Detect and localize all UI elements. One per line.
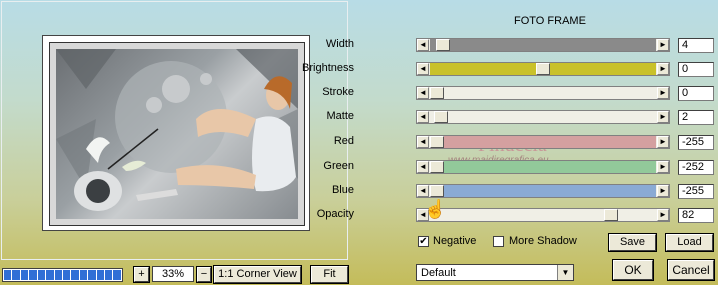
- progress-segment: [4, 270, 12, 280]
- slider-track[interactable]: [430, 136, 656, 148]
- progress-segment: [46, 270, 54, 280]
- progress-segment: [113, 270, 121, 280]
- corner-view-button[interactable]: 1:1 Corner View: [213, 265, 302, 284]
- slider-thumb[interactable]: [536, 63, 550, 75]
- slider-track[interactable]: [430, 185, 656, 197]
- slider-track[interactable]: [430, 161, 656, 173]
- slider-stroke[interactable]: ◄ ►: [416, 86, 670, 100]
- slider-label-blue: Blue: [331, 184, 354, 196]
- more-shadow-checkbox[interactable]: [493, 236, 504, 247]
- slider-label-stroke: Stroke: [322, 86, 354, 98]
- dialog-title: FOTO FRAME: [514, 15, 586, 27]
- progress-segment: [96, 270, 105, 280]
- chevron-down-icon[interactable]: ▼: [557, 265, 573, 280]
- slider-width[interactable]: ◄ ►: [416, 38, 670, 52]
- arrow-left-icon[interactable]: ◄: [417, 185, 429, 197]
- arrow-right-icon[interactable]: ►: [657, 209, 669, 221]
- fit-button[interactable]: Fit: [310, 265, 349, 284]
- slider-label-brightness: Brightness: [302, 62, 354, 74]
- progress-bar: [2, 268, 123, 282]
- arrow-right-icon[interactable]: ►: [657, 136, 669, 148]
- arrow-right-icon[interactable]: ►: [657, 185, 669, 197]
- progress-segment: [29, 270, 37, 280]
- value-field-matte[interactable]: 2: [678, 110, 714, 125]
- arrow-right-icon[interactable]: ►: [657, 161, 669, 173]
- arrow-left-icon[interactable]: ◄: [417, 111, 429, 123]
- slider-track[interactable]: [430, 111, 656, 123]
- negative-label: Negative: [433, 235, 477, 247]
- slider-label-width: Width: [325, 38, 354, 50]
- arrow-left-icon[interactable]: ◄: [417, 136, 429, 148]
- value-field-opacity[interactable]: 82: [678, 208, 714, 223]
- slider-green[interactable]: ◄ ►: [416, 160, 670, 174]
- arrow-right-icon[interactable]: ►: [657, 39, 669, 51]
- arrow-left-icon[interactable]: ◄: [417, 39, 429, 51]
- slider-thumb[interactable]: [430, 87, 444, 99]
- more-shadow-label: More Shadow: [509, 235, 577, 247]
- hand-cursor-icon: ☝: [424, 199, 447, 219]
- zoom-in-button[interactable]: +: [133, 266, 150, 283]
- slider-label-red: Red: [333, 135, 354, 147]
- progress-segment: [88, 270, 96, 280]
- load-button[interactable]: Load: [665, 233, 714, 252]
- slider-brightness[interactable]: ◄ ►: [416, 62, 670, 76]
- slider-label-opacity: Opacity: [316, 208, 354, 220]
- value-field-green[interactable]: -252: [678, 160, 714, 175]
- progress-segment: [20, 270, 29, 280]
- negative-checkbox[interactable]: ✔: [418, 236, 429, 247]
- slider-opacity[interactable]: ◄ ►: [416, 208, 670, 222]
- slider-blue[interactable]: ◄ ►: [416, 184, 670, 198]
- slider-track[interactable]: [430, 39, 656, 51]
- arrow-right-icon[interactable]: ►: [657, 87, 669, 99]
- arrow-right-icon[interactable]: ►: [657, 63, 669, 75]
- slider-matte[interactable]: ◄ ►: [416, 110, 670, 124]
- arrow-right-icon[interactable]: ►: [657, 111, 669, 123]
- preset-value: Default: [421, 267, 456, 279]
- slider-label-green: Green: [323, 160, 354, 172]
- value-field-blue[interactable]: -255: [678, 184, 714, 199]
- progress-segment: [54, 270, 62, 280]
- progress-segment: [12, 270, 20, 280]
- slider-thumb[interactable]: [436, 39, 450, 51]
- zoom-out-button[interactable]: −: [196, 266, 212, 283]
- slider-thumb[interactable]: [434, 111, 448, 123]
- value-field-stroke[interactable]: 0: [678, 86, 714, 101]
- progress-segment: [37, 270, 46, 280]
- value-field-brightness[interactable]: 0: [678, 62, 714, 77]
- progress-segment: [71, 270, 79, 280]
- progress-segment: [62, 270, 71, 280]
- slider-thumb[interactable]: [430, 161, 444, 173]
- save-button[interactable]: Save: [608, 233, 657, 252]
- slider-track[interactable]: [430, 87, 656, 99]
- zoom-level-field[interactable]: 33%: [152, 266, 194, 282]
- cancel-button[interactable]: Cancel: [667, 259, 715, 281]
- arrow-left-icon[interactable]: ◄: [417, 87, 429, 99]
- preset-select[interactable]: Default ▼: [416, 264, 574, 281]
- slider-thumb[interactable]: [430, 185, 444, 197]
- value-field-width[interactable]: 4: [678, 38, 714, 53]
- progress-segment: [79, 270, 88, 280]
- progress-segment: [105, 270, 113, 280]
- arrow-left-icon[interactable]: ◄: [417, 63, 429, 75]
- ok-button[interactable]: OK: [612, 259, 654, 281]
- slider-thumb[interactable]: [604, 209, 618, 221]
- slider-label-matte: Matte: [326, 110, 354, 122]
- arrow-left-icon[interactable]: ◄: [417, 161, 429, 173]
- slider-track[interactable]: [430, 209, 656, 221]
- slider-thumb[interactable]: [430, 136, 444, 148]
- slider-red[interactable]: ◄ ►: [416, 135, 670, 149]
- value-field-red[interactable]: -255: [678, 135, 714, 150]
